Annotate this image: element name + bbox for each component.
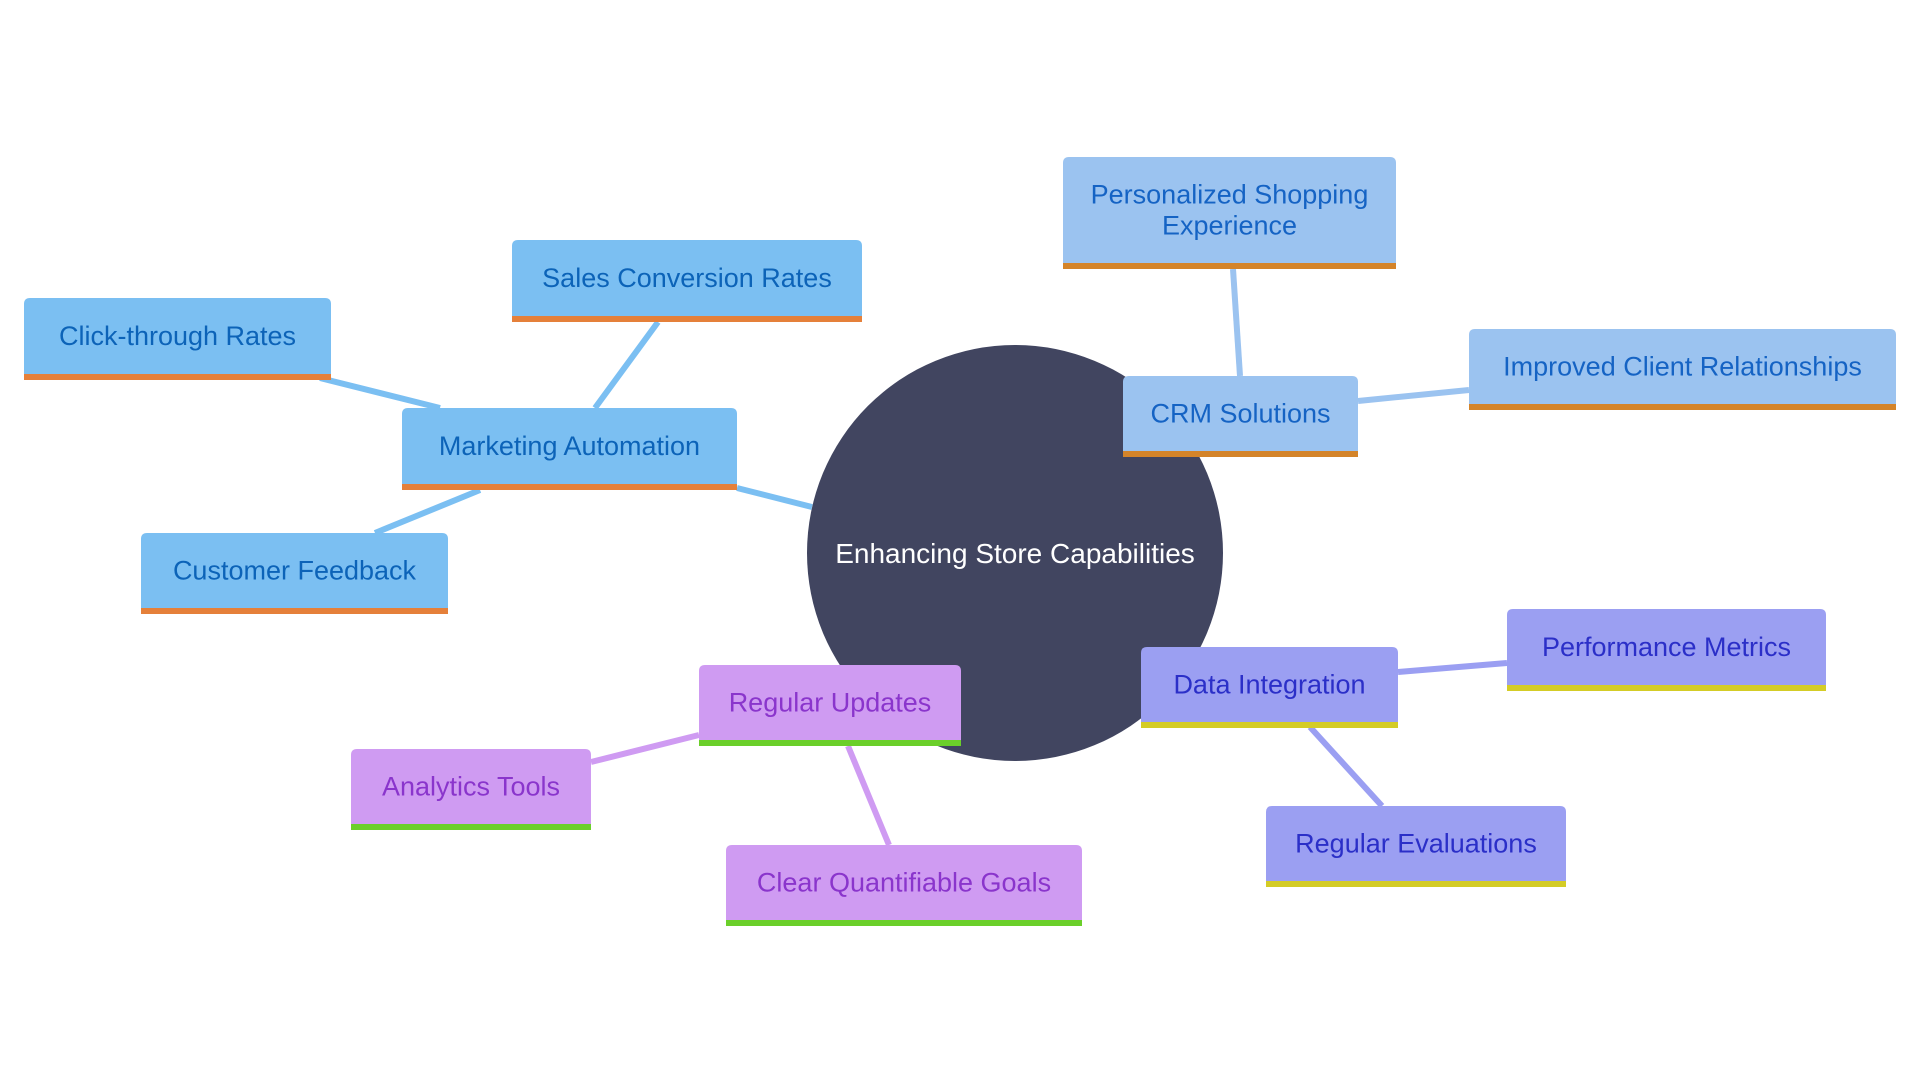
- edge-data-performance: [1397, 660, 1508, 675]
- node-label: Regular Evaluations: [1295, 829, 1537, 859]
- node-label-line: Regular Updates: [729, 688, 932, 718]
- leaf-node-analytics[interactable]: Analytics Tools: [351, 749, 591, 830]
- node-label: CRM Solutions: [1150, 399, 1330, 429]
- leaf-node-sales[interactable]: Sales Conversion Rates: [512, 240, 862, 322]
- leaf-node-evaluations[interactable]: Regular Evaluations: [1266, 806, 1566, 887]
- node-label-line: Experience: [1162, 211, 1297, 241]
- node-underline: [726, 920, 1082, 926]
- node-label-line: Sales Conversion Rates: [542, 263, 832, 293]
- branch-node-marketing[interactable]: Marketing Automation: [402, 408, 737, 490]
- node-underline: [1507, 685, 1826, 691]
- leaf-node-click[interactable]: Click-through Rates: [24, 298, 331, 380]
- leaf-node-goals[interactable]: Clear Quantifiable Goals: [726, 845, 1082, 926]
- node-underline: [699, 740, 961, 746]
- leaf-node-feedback[interactable]: Customer Feedback: [141, 533, 448, 614]
- node-underline: [402, 484, 737, 490]
- root-label: Enhancing Store Capabilities: [835, 538, 1195, 569]
- node-label: Regular Updates: [729, 688, 932, 718]
- leaf-node-performance[interactable]: Performance Metrics: [1507, 609, 1826, 691]
- branch-node-data[interactable]: Data Integration: [1141, 647, 1398, 728]
- edge-data-evaluations: [1307, 724, 1385, 809]
- node-label-line: Personalized Shopping: [1091, 180, 1369, 210]
- edge-marketing-feedback: [373, 487, 482, 536]
- node-underline: [1141, 722, 1398, 728]
- node-label: Customer Feedback: [173, 556, 417, 586]
- branch-node-crm[interactable]: CRM Solutions: [1123, 376, 1358, 457]
- node-label-line: Clear Quantifiable Goals: [757, 868, 1051, 898]
- node-label-line: Click-through Rates: [59, 321, 296, 351]
- edge-marketing-click: [319, 375, 441, 411]
- node-underline: [1469, 404, 1896, 410]
- edge-updates-analytics: [590, 732, 700, 765]
- node-label: Marketing Automation: [439, 431, 700, 461]
- node-label: Click-through Rates: [59, 321, 296, 351]
- leaf-node-improved[interactable]: Improved Client Relationships: [1469, 329, 1896, 410]
- edge-root-marketing: [736, 485, 813, 510]
- node-underline: [512, 316, 862, 322]
- node-label-line: Customer Feedback: [173, 556, 417, 586]
- edge-updates-goals: [845, 744, 892, 847]
- node-label: Performance Metrics: [1542, 632, 1791, 662]
- node-label-line: Marketing Automation: [439, 431, 700, 461]
- branch-node-updates[interactable]: Regular Updates: [699, 665, 961, 746]
- node-label-line: Improved Client Relationships: [1503, 352, 1862, 382]
- leaf-node-personalized[interactable]: Personalized Shopping Experience: [1063, 157, 1396, 269]
- node-label: Sales Conversion Rates: [542, 263, 832, 293]
- node-label-line: CRM Solutions: [1150, 399, 1330, 429]
- node-label-line: Data Integration: [1173, 670, 1365, 700]
- node-underline: [141, 608, 448, 614]
- node-label-line: Regular Evaluations: [1295, 829, 1537, 859]
- edge-crm-personalized: [1230, 268, 1243, 377]
- mindmap-canvas: Enhancing Store Capabilities Marketing A…: [24, 157, 1896, 926]
- node-underline: [1123, 451, 1358, 457]
- node-label: Data Integration: [1173, 670, 1365, 700]
- node-underline: [24, 374, 331, 380]
- node-label: Analytics Tools: [382, 772, 560, 802]
- node-underline: [1266, 881, 1566, 887]
- node-label: Improved Client Relationships: [1503, 352, 1862, 382]
- node-label-line: Performance Metrics: [1542, 632, 1791, 662]
- node-underline: [351, 824, 591, 830]
- node-underline: [1063, 263, 1396, 269]
- node-label-line: Analytics Tools: [382, 772, 560, 802]
- edge-marketing-sales: [592, 320, 661, 410]
- edge-crm-improved: [1357, 387, 1470, 404]
- node-label: Clear Quantifiable Goals: [757, 868, 1051, 898]
